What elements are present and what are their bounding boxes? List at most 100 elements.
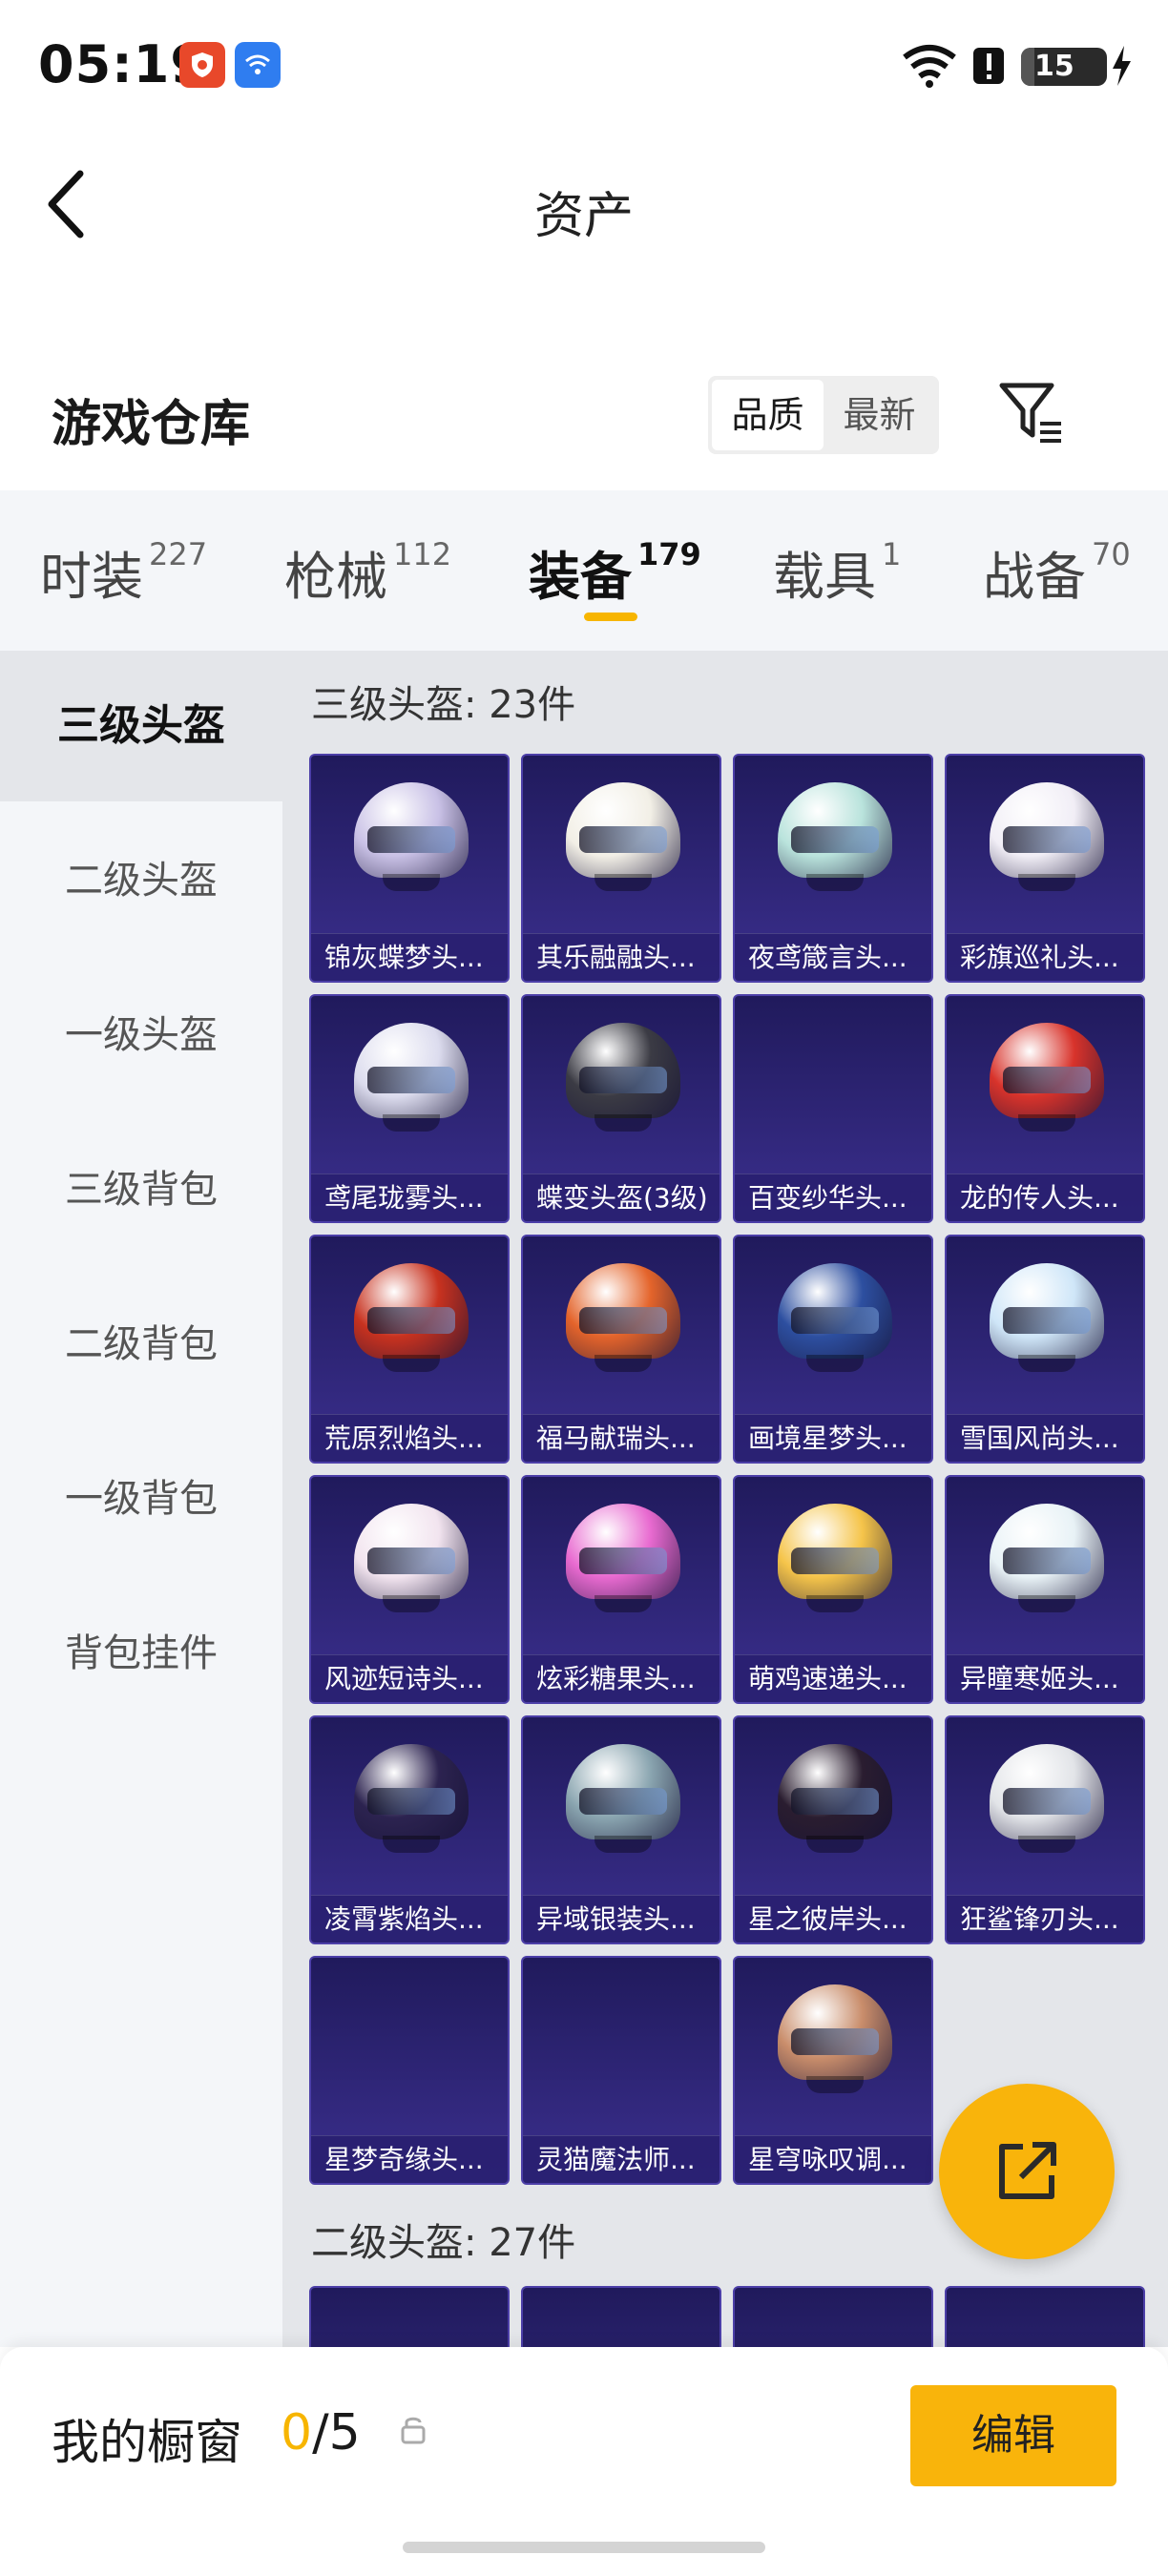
item-card[interactable]: 福马献瑞头...: [521, 1235, 721, 1464]
tab-count: 112: [393, 536, 452, 572]
helmet-image: [990, 1744, 1104, 1859]
helmet-image: [566, 1263, 680, 1378]
item-card[interactable]: 夜鸢箴言头...: [733, 754, 933, 983]
item-card[interactable]: 荒原烈焰头...: [309, 1235, 510, 1464]
page-title: 资产: [533, 188, 634, 245]
tab-weapons[interactable]: 枪械 112: [284, 534, 451, 610]
helmet-image: [778, 1504, 892, 1618]
item-card[interactable]: 凌霄紫焰头...: [309, 1715, 510, 1944]
group-title: 二级头盔: 27件: [311, 2221, 576, 2265]
item-card[interactable]: 锦灰蝶梦头...: [309, 754, 510, 983]
tab-label: 枪械: [284, 547, 387, 607]
alert-icon: [973, 48, 1004, 84]
group-title: 三级头盔: 23件: [311, 683, 576, 727]
helmet-image: [354, 1263, 469, 1378]
helmet-image: [990, 1504, 1104, 1618]
item-card-name: 龙的传人头...: [947, 1174, 1143, 1221]
item-card-name: 画境星梦头...: [735, 1414, 931, 1462]
helmet-image: [354, 1023, 469, 1137]
item-card-name: 炫彩糖果头...: [523, 1654, 720, 1702]
helmet-image: [778, 1984, 892, 2099]
item-card[interactable]: 彩旗巡礼头...: [945, 754, 1145, 983]
item-card-name: 星穹咏叹调...: [735, 2135, 931, 2183]
item-card-name: 灵猫魔法师...: [523, 2135, 720, 2183]
battery-indicator: 15: [1021, 48, 1107, 86]
item-card[interactable]: 鸢尾珑雾头...: [309, 994, 510, 1223]
side-item-level1-backpack[interactable]: 一级背包: [0, 1423, 282, 1574]
item-card-partial[interactable]: [521, 2286, 721, 2347]
item-card[interactable]: 雪国风尚头...: [945, 1235, 1145, 1464]
showcase-label: 我的橱窗: [52, 2415, 242, 2470]
external-link-icon: [999, 2142, 1056, 2199]
item-card[interactable]: 风迹短诗头...: [309, 1475, 510, 1704]
tab-vehicles[interactable]: 载具 1: [773, 534, 901, 610]
item-card-name: 夜鸢箴言头...: [735, 933, 931, 981]
item-card[interactable]: 异域银装头...: [521, 1715, 721, 1944]
item-card[interactable]: 画境星梦头...: [733, 1235, 933, 1464]
helmet-image: [990, 782, 1104, 897]
showcase-count: 0/5: [281, 2404, 361, 2462]
item-card[interactable]: 异瞳寒姬头...: [945, 1475, 1145, 1704]
item-card[interactable]: 百变纱华头...: [733, 994, 933, 1223]
side-item-level3-backpack[interactable]: 三级背包: [0, 1114, 282, 1265]
item-card-name: 狂鲨锋刃头...: [947, 1895, 1143, 1942]
edit-button[interactable]: 编辑: [910, 2385, 1116, 2486]
item-card[interactable]: 星梦奇缘头...: [309, 1956, 510, 2185]
tab-count: 70: [1092, 536, 1131, 572]
side-item-level2-helmet[interactable]: 二级头盔: [0, 805, 282, 956]
home-indicator[interactable]: [403, 2542, 765, 2553]
item-card-name: 其乐融融头...: [523, 933, 720, 981]
item-card[interactable]: 星之彼岸头...: [733, 1715, 933, 1944]
item-card[interactable]: 龙的传人头...: [945, 994, 1145, 1223]
item-card-name: 风迹短诗头...: [311, 1654, 508, 1702]
item-card[interactable]: 萌鸡速递头...: [733, 1475, 933, 1704]
item-card-name: 凌霄紫焰头...: [311, 1895, 508, 1942]
bottom-bar: 我的橱窗 0/5 编辑: [0, 2347, 1168, 2576]
helmet-image: [990, 1023, 1104, 1137]
item-card-partial[interactable]: [733, 2286, 933, 2347]
side-item-level2-backpack[interactable]: 二级背包: [0, 1269, 282, 1420]
showcase-used: 0: [281, 2404, 313, 2462]
filter-button[interactable]: [998, 380, 1065, 448]
helmet-image: [566, 1504, 680, 1618]
sort-toggle: 品质 最新: [708, 376, 939, 454]
item-card-name: 星之彼岸头...: [735, 1895, 931, 1942]
tab-equipment[interactable]: 装备 179: [529, 534, 701, 610]
item-card[interactable]: 蝶变头盔(3级): [521, 994, 721, 1223]
warehouse-title: 游戏仓库: [52, 396, 251, 453]
share-fab-button[interactable]: [939, 2084, 1115, 2259]
helmet-image: [778, 1744, 892, 1859]
security-app-icon: [179, 42, 225, 88]
item-card-name: 彩旗巡礼头...: [947, 933, 1143, 981]
status-bar: 05:19 15: [0, 0, 1168, 134]
tab-label: 载具: [773, 547, 876, 607]
active-tab-indicator: [584, 613, 637, 621]
helmet-image: [990, 1263, 1104, 1378]
item-card[interactable]: 灵猫魔法师...: [521, 1956, 721, 2185]
item-card[interactable]: 炫彩糖果头...: [521, 1475, 721, 1704]
item-card-partial[interactable]: [945, 2286, 1145, 2347]
helmet-image: [566, 782, 680, 897]
sort-by-quality[interactable]: 品质: [712, 380, 824, 450]
battery-level-text: 15: [1034, 50, 1074, 83]
tab-label: 时装: [40, 547, 143, 607]
item-card[interactable]: 狂鲨锋刃头...: [945, 1715, 1145, 1944]
item-card[interactable]: 星穹咏叹调...: [733, 1956, 933, 2185]
side-item-level1-helmet[interactable]: 一级头盔: [0, 960, 282, 1111]
helmet-image: [354, 1744, 469, 1859]
tab-gear[interactable]: 战备 70: [983, 534, 1131, 610]
charging-icon: [1113, 46, 1131, 86]
lock-icon: [401, 2417, 426, 2444]
tab-fashion[interactable]: 时装 227: [40, 534, 207, 610]
item-card-name: 荒原烈焰头...: [311, 1414, 508, 1462]
helmet-image: [566, 1744, 680, 1859]
showcase-total: /5: [312, 2404, 361, 2462]
sort-by-latest[interactable]: 最新: [824, 380, 935, 450]
item-card[interactable]: 其乐融融头...: [521, 754, 721, 983]
side-item-backpack-charm[interactable]: 背包挂件: [0, 1578, 282, 1729]
item-card-partial[interactable]: [309, 2286, 510, 2347]
side-item-level3-helmet[interactable]: 三级头盔: [0, 651, 282, 801]
item-card-name: 福马献瑞头...: [523, 1414, 720, 1462]
tab-count: 1: [882, 536, 902, 572]
item-card-name: 雪国风尚头...: [947, 1414, 1143, 1462]
